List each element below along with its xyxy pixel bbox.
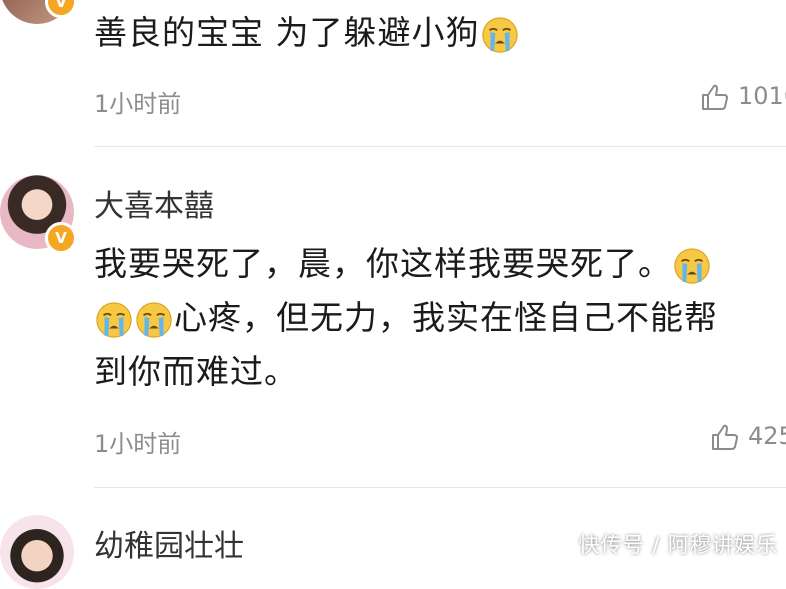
like-button[interactable]: 425 — [710, 422, 786, 452]
crying-face-icon — [481, 16, 519, 54]
divider — [94, 487, 786, 488]
comment-text: 我要哭死了，晨，你这样我要哭死了。 心疼，但无力，我实在怪自己不能帮 到你而难过… — [94, 244, 718, 391]
comment-time: 1小时前 — [94, 430, 182, 458]
like-count: 1016 — [738, 82, 786, 110]
crying-face-icon — [673, 247, 711, 285]
divider — [94, 146, 786, 147]
comment-time: 1小时前 — [94, 90, 182, 118]
like-button[interactable]: 1016 — [700, 82, 786, 112]
watermark: 快传号 / 阿穆讲娱乐 — [578, 533, 778, 557]
avatar[interactable] — [0, 515, 74, 589]
verified-badge-icon: V — [45, 222, 77, 254]
crying-face-icon — [95, 301, 133, 339]
thumbs-up-icon — [710, 422, 740, 452]
username[interactable]: 大喜本囍 — [94, 181, 214, 225]
thumbs-up-icon — [700, 82, 730, 112]
like-count: 425 — [748, 422, 786, 450]
comment-text: 善良的宝宝 为了躲避小狗 — [94, 6, 784, 60]
crying-face-icon — [135, 301, 173, 339]
username[interactable]: 幼稚园壮壮 — [94, 521, 244, 565]
